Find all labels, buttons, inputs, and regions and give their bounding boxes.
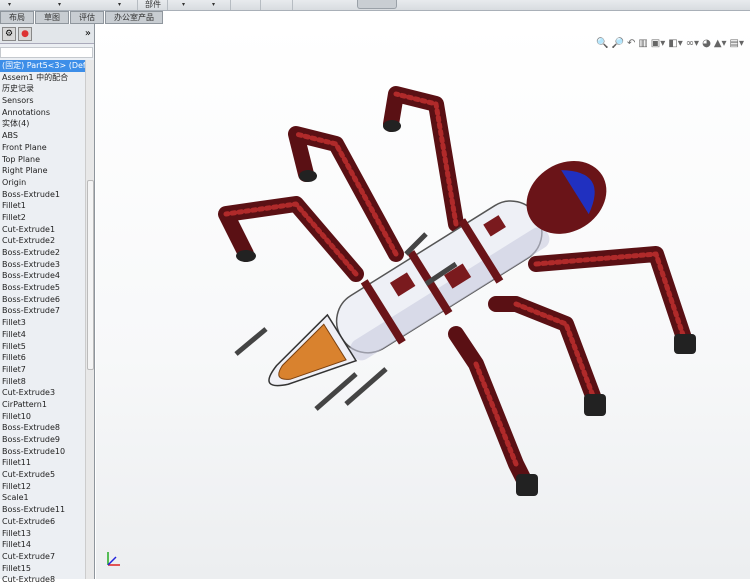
component-label[interactable]: 部件 <box>145 0 161 10</box>
leg <box>488 296 604 412</box>
tree-item[interactable]: Sensors <box>0 95 85 107</box>
tree-item[interactable]: Cut-Extrude2 <box>0 235 85 247</box>
tree-item[interactable]: Cut-Extrude5 <box>0 469 85 481</box>
leg <box>528 246 694 352</box>
coordinate-triad-icon <box>107 552 120 566</box>
tree-item[interactable]: 实体(4) <box>0 118 85 130</box>
tree-item[interactable]: Fillet10 <box>0 411 85 423</box>
tree-item[interactable]: Fillet1 <box>0 200 85 212</box>
tree-item[interactable]: 历史记录 <box>0 83 85 95</box>
dropdown-arrow[interactable]: ▾ <box>8 1 11 8</box>
tree-item[interactable]: Cut-Extrude1 <box>0 224 85 236</box>
tree-item[interactable]: Cut-Extrude3 <box>0 387 85 399</box>
tree-item[interactable]: Boss-Extrude9 <box>0 434 85 446</box>
tree-item[interactable]: Fillet15 <box>0 563 85 575</box>
tree-item[interactable]: Origin <box>0 177 85 189</box>
tree-item[interactable]: Fillet3 <box>0 317 85 329</box>
dropdown-arrow[interactable]: ▾ <box>58 1 61 8</box>
tree-item[interactable]: Boss-Extrude1 <box>0 189 85 201</box>
tree-item[interactable]: (固定) Part5<3> (Default <box>0 60 85 72</box>
tree-item[interactable]: Annotations <box>0 107 85 119</box>
tree-item[interactable]: Boss-Extrude8 <box>0 422 85 434</box>
tree-item[interactable]: Fillet2 <box>0 212 85 224</box>
tree-item[interactable]: Fillet8 <box>0 376 85 388</box>
tree-item[interactable]: ABS <box>0 130 85 142</box>
tree-item[interactable]: Boss-Extrude5 <box>0 282 85 294</box>
tab-evaluate[interactable]: 评估 <box>70 11 104 24</box>
tree-item[interactable]: Boss-Extrude7 <box>0 305 85 317</box>
tree-item[interactable]: Boss-Extrude3 <box>0 259 85 271</box>
tree-filter-input[interactable] <box>0 47 93 58</box>
tree-item[interactable]: Boss-Extrude4 <box>0 270 85 282</box>
tree-item[interactable]: Cut-Extrude7 <box>0 551 85 563</box>
dropdown-arrow[interactable]: ▾ <box>212 1 215 8</box>
tree-item[interactable]: Fillet5 <box>0 341 85 353</box>
tree-item[interactable]: Assem1 中的配合 <box>0 72 85 84</box>
scrollbar-thumb[interactable] <box>87 180 94 370</box>
graphics-viewport[interactable]: 🔍 🔎 ↶ ▥ ▣▾ ◧▾ ∞▾ ◕ ▲▾ ▤▾ <box>96 24 750 579</box>
dropdown-arrow[interactable]: ▾ <box>182 1 185 8</box>
dropdown-arrow[interactable]: ▾ <box>118 1 121 8</box>
tree-item[interactable]: Cut-Extrude6 <box>0 516 85 528</box>
toolbar-button[interactable] <box>357 0 397 9</box>
tree-scrollbar[interactable] <box>85 60 94 579</box>
command-tabs: 布局 草图 评估 办公室产品 <box>0 11 164 24</box>
appearance-manager-icon[interactable]: ● <box>18 26 32 41</box>
tree-item[interactable]: Boss-Extrude6 <box>0 294 85 306</box>
tree-item[interactable]: Fillet13 <box>0 528 85 540</box>
tree-item[interactable]: Fillet11 <box>0 457 85 469</box>
tree-item[interactable]: Boss-Extrude11 <box>0 504 85 516</box>
tree-item[interactable]: Scale1 <box>0 492 85 504</box>
tree-item[interactable]: Fillet6 <box>0 352 85 364</box>
tree-item[interactable]: Fillet4 <box>0 329 85 341</box>
leg <box>218 196 364 282</box>
tree-item[interactable]: Top Plane <box>0 154 85 166</box>
tab-layout[interactable]: 布局 <box>0 11 34 24</box>
tree-item[interactable]: Fillet7 <box>0 364 85 376</box>
tab-sketch[interactable]: 草图 <box>35 11 69 24</box>
tree-item[interactable]: Boss-Extrude2 <box>0 247 85 259</box>
tree-item[interactable]: Right Plane <box>0 165 85 177</box>
leg <box>288 126 404 262</box>
robot-ant-model[interactable] <box>96 24 750 579</box>
feature-manager-panel: ⚙ ● » (固定) Part5<3> (DefaultAssem1 中的配合历… <box>0 24 95 584</box>
feature-tree-icon[interactable]: ⚙ <box>2 26 16 41</box>
tree-item[interactable]: CirPattern1 <box>0 399 85 411</box>
tab-office-products[interactable]: 办公室产品 <box>105 11 163 24</box>
tree-item[interactable]: Fillet12 <box>0 481 85 493</box>
feature-tree: (固定) Part5<3> (DefaultAssem1 中的配合历史记录Sen… <box>0 60 85 586</box>
expand-panel-button[interactable]: » <box>85 28 91 39</box>
tree-item[interactable]: Cut-Extrude8 <box>0 574 85 586</box>
tree-item[interactable]: Boss-Extrude10 <box>0 446 85 458</box>
command-toolbar: ▾ ▾ ▾ 部件 ▾ ▾ <box>0 0 750 11</box>
tree-item[interactable]: Fillet14 <box>0 539 85 551</box>
tree-item[interactable]: Front Plane <box>0 142 85 154</box>
